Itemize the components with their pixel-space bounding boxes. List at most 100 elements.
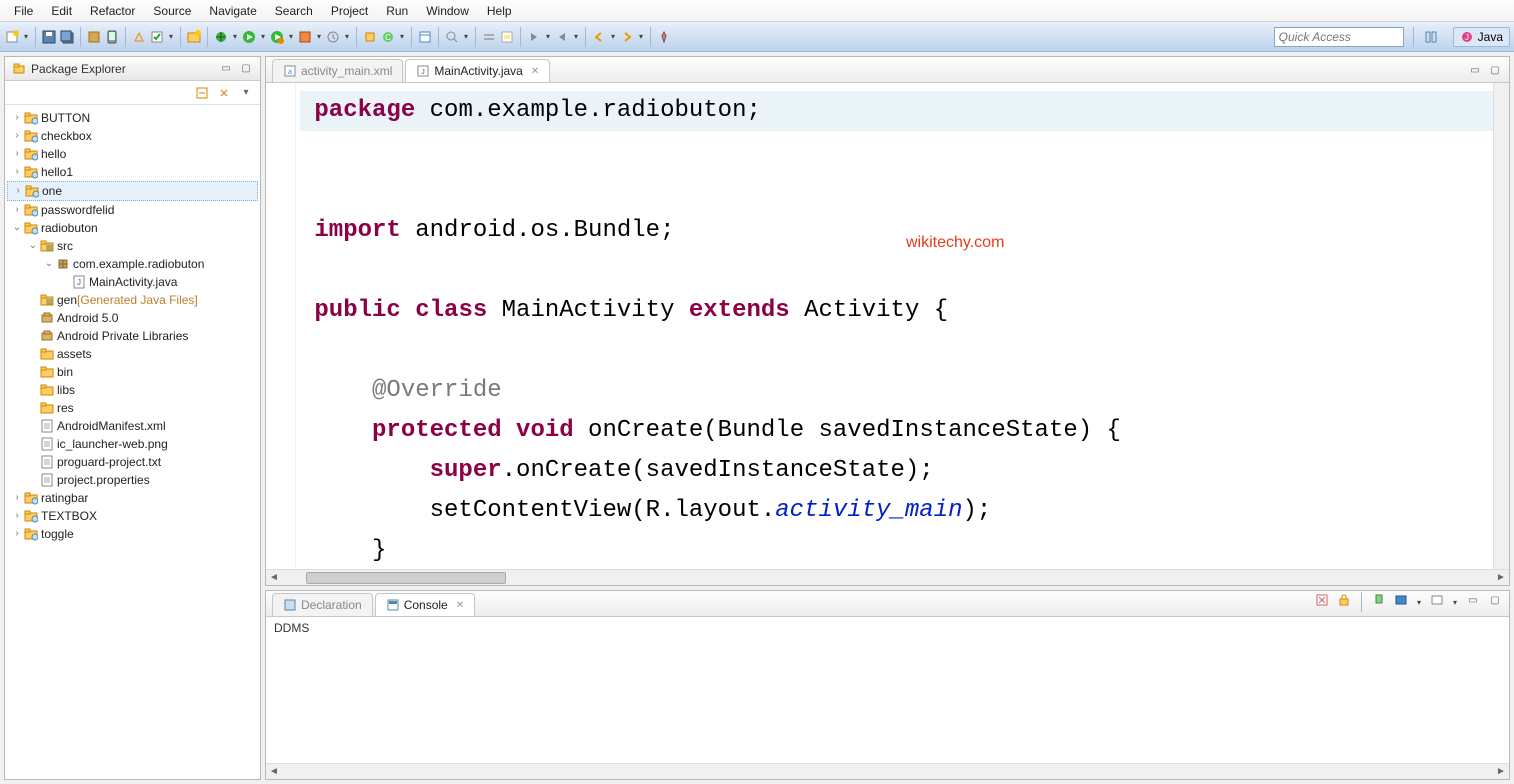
vertical-scrollbar[interactable] [1493,83,1509,569]
mark-occurrences-icon[interactable] [499,29,515,45]
scroll-lock-icon[interactable] [1336,592,1352,608]
display-console-icon[interactable] [1393,592,1409,608]
open-console-icon[interactable] [1429,592,1445,608]
quick-access-input[interactable] [1274,27,1404,47]
bottom-minimize-icon[interactable]: ▭ [1465,592,1481,608]
tree-item[interactable]: assets [7,345,258,363]
forward-icon[interactable] [619,29,635,45]
expand-icon[interactable]: › [11,525,23,543]
tree-item[interactable]: ⌄radiobuton [7,219,258,237]
new-icon[interactable] [4,29,20,45]
search-icon[interactable] [444,29,460,45]
maximize-icon[interactable]: ▢ [238,61,254,77]
checkbox-icon[interactable] [149,29,165,45]
console-body[interactable]: DDMS [266,617,1509,763]
editor-minimize-icon[interactable]: ▭ [1467,62,1483,78]
new-dropdown[interactable]: ▾ [22,32,30,41]
tree-item[interactable]: proguard-project.txt [7,453,258,471]
pin-icon[interactable] [656,29,672,45]
expand-icon[interactable]: › [11,489,23,507]
debug-icon[interactable] [213,29,229,45]
view-menu-icon[interactable]: ▾ [238,85,254,101]
save-all-icon[interactable] [59,29,75,45]
prev-annotation-icon[interactable] [554,29,570,45]
next-annotation-icon[interactable] [526,29,542,45]
avd-manager-icon[interactable] [104,29,120,45]
open-perspective-icon[interactable] [1423,29,1439,45]
tree-item[interactable]: gen [Generated Java Files] [7,291,258,309]
toggle-breadcrumb-icon[interactable] [481,29,497,45]
run-icon[interactable] [241,29,257,45]
run-last-icon[interactable] [269,29,285,45]
menu-help[interactable]: Help [479,2,520,20]
tree-item[interactable]: ›ratingbar [7,489,258,507]
tab-main-activity-java[interactable]: J MainActivity.java ✕ [405,59,550,82]
expand-icon[interactable]: › [11,109,23,127]
link-editor-icon[interactable] [216,85,232,101]
save-icon[interactable] [41,29,57,45]
collapse-icon[interactable]: ⌄ [27,237,39,255]
new-class-icon[interactable]: C [380,29,396,45]
menu-refactor[interactable]: Refactor [82,2,143,20]
back-icon[interactable] [591,29,607,45]
menu-file[interactable]: File [6,2,41,20]
tree-item[interactable]: ›checkbox [7,127,258,145]
tree-item[interactable]: ›TEXTBOX [7,507,258,525]
tree-item[interactable]: ›hello [7,145,258,163]
menu-project[interactable]: Project [323,2,376,20]
code-editor[interactable]: package com.example.radiobuton; import a… [296,83,1493,569]
tree-item[interactable]: Android Private Libraries [7,327,258,345]
project-tree[interactable]: ›BUTTON›checkbox›hello›hello1›one›passwo… [5,105,260,547]
tree-item[interactable]: ⌄com.example.radiobuton [7,255,258,273]
lint-icon[interactable] [131,29,147,45]
expand-icon[interactable]: › [11,507,23,525]
expand-icon[interactable]: › [11,145,23,163]
editor-gutter[interactable] [266,83,296,569]
tree-item[interactable]: bin [7,363,258,381]
clear-console-icon[interactable] [1314,592,1330,608]
tree-item[interactable]: ›BUTTON [7,109,258,127]
tree-item[interactable]: AndroidManifest.xml [7,417,258,435]
tree-item[interactable]: ›toggle [7,525,258,543]
new-project-icon[interactable] [186,29,202,45]
tree-item[interactable]: JMainActivity.java [7,273,258,291]
menu-source[interactable]: Source [145,2,199,20]
close-tab-icon[interactable]: ✕ [531,66,539,77]
perspective-java[interactable]: J Java [1453,27,1510,47]
horizontal-scrollbar[interactable]: ◄► [266,569,1509,585]
menu-run[interactable]: Run [378,2,416,20]
tree-item[interactable]: ›hello1 [7,163,258,181]
expand-icon[interactable]: › [11,163,23,181]
console-scrollbar[interactable]: ◄► [266,763,1509,779]
close-console-icon[interactable]: ✕ [456,600,464,611]
tree-item[interactable]: ›one [7,181,258,201]
tree-item[interactable]: ›passwordfelid [7,201,258,219]
new-package-icon[interactable] [362,29,378,45]
collapse-icon[interactable]: ⌄ [43,255,55,273]
bottom-maximize-icon[interactable]: ▢ [1487,592,1503,608]
menu-window[interactable]: Window [418,2,477,20]
expand-icon[interactable]: › [11,201,23,219]
expand-icon[interactable]: › [11,127,23,145]
sdk-manager-icon[interactable] [86,29,102,45]
tab-console[interactable]: Console ✕ [375,593,475,616]
collapse-icon[interactable]: ⌄ [11,219,23,237]
history-icon[interactable] [325,29,341,45]
menu-navigate[interactable]: Navigate [201,2,264,20]
open-type-icon[interactable] [417,29,433,45]
external-tools-icon[interactable] [297,29,313,45]
tree-item[interactable]: Android 5.0 [7,309,258,327]
tree-item[interactable]: res [7,399,258,417]
collapse-all-icon[interactable] [194,85,210,101]
menu-edit[interactable]: Edit [43,2,80,20]
tree-item[interactable]: ⌄src [7,237,258,255]
minimize-icon[interactable]: ▭ [218,61,234,77]
pin-console-icon[interactable] [1371,592,1387,608]
tree-item[interactable]: project.properties [7,471,258,489]
tab-declaration[interactable]: Declaration [272,593,373,616]
tree-item[interactable]: ic_launcher-web.png [7,435,258,453]
expand-icon[interactable]: › [12,182,24,200]
tab-activity-main-xml[interactable]: a activity_main.xml [272,59,403,82]
editor-maximize-icon[interactable]: ▢ [1487,62,1503,78]
tree-item[interactable]: libs [7,381,258,399]
